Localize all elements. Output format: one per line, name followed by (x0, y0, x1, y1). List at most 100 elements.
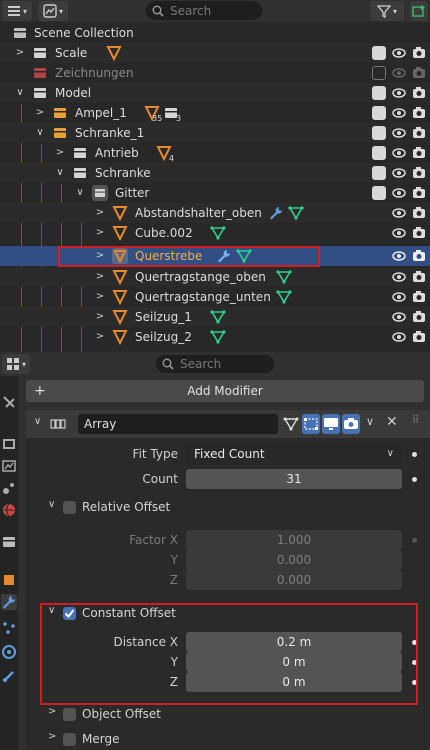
eye-icon[interactable] (392, 126, 406, 140)
eye-icon[interactable] (392, 86, 406, 100)
keyframe-dot[interactable] (412, 538, 417, 543)
edit-mode-toggle[interactable] (302, 414, 320, 434)
factor-x-field[interactable]: 1.000 (186, 530, 402, 550)
outliner-row-antrieb[interactable]: > Antrieb 4 (0, 143, 430, 163)
drag-handle-icon[interactable]: ⠿ (412, 415, 419, 426)
filter-button[interactable]: ▾ (370, 1, 404, 21)
outliner-search-input[interactable]: Search (146, 1, 262, 20)
camera-icon[interactable] (412, 146, 426, 160)
eye-icon[interactable] (392, 290, 406, 304)
exclude-checkbox[interactable] (372, 106, 386, 120)
physics-tab-icon[interactable] (1, 644, 17, 660)
eye-icon[interactable] (392, 310, 406, 324)
keyframe-dot[interactable] (412, 477, 417, 482)
collapse-arrow-icon[interactable]: ∨ (48, 499, 55, 510)
expand-arrow-icon[interactable]: > (94, 270, 106, 284)
properties-search-input[interactable]: Search (156, 355, 274, 373)
world-tab-icon[interactable] (1, 502, 17, 518)
eye-icon[interactable] (392, 146, 406, 160)
eye-icon[interactable] (392, 249, 406, 263)
outliner-row-ampel-1[interactable]: > Ampel_1 35 3 (0, 103, 430, 123)
exclude-checkbox[interactable] (372, 46, 386, 60)
camera-icon[interactable] (412, 330, 426, 344)
tool-tab-icon[interactable] (1, 394, 17, 410)
new-collection-button[interactable] (410, 1, 428, 21)
camera-icon[interactable] (412, 166, 426, 180)
expand-arrow-icon[interactable]: > (94, 290, 106, 304)
collapse-arrow-icon[interactable]: ∨ (34, 416, 41, 427)
eye-icon[interactable] (392, 270, 406, 284)
camera-icon[interactable] (412, 270, 426, 284)
camera-icon[interactable] (412, 86, 426, 100)
camera-icon[interactable] (412, 126, 426, 140)
expand-arrow-icon[interactable]: > (34, 106, 46, 120)
scene-tab-icon[interactable] (1, 480, 17, 496)
constraints-tab-icon[interactable] (1, 668, 17, 684)
camera-icon[interactable] (412, 226, 426, 240)
editor-type-button[interactable]: ▾ (2, 354, 30, 374)
expand-arrow-icon[interactable]: > (14, 46, 26, 60)
expand-arrow-icon[interactable]: > (48, 706, 56, 717)
expand-arrow-icon[interactable]: > (94, 310, 106, 324)
editor-type-button[interactable]: ▾ (2, 1, 32, 21)
fit-type-dropdown[interactable]: Fixed Count ∨ (186, 444, 402, 464)
exclude-checkbox[interactable] (372, 146, 386, 160)
expand-arrow-icon[interactable]: > (54, 146, 66, 160)
keyframe-dot[interactable] (412, 452, 417, 457)
outliner-row-model[interactable]: ∨ Model (0, 83, 430, 103)
object-tab-icon[interactable] (1, 572, 17, 588)
particles-tab-icon[interactable] (1, 620, 17, 636)
expand-arrow-icon[interactable]: > (48, 731, 56, 742)
camera-icon[interactable] (412, 249, 426, 263)
eye-icon[interactable] (392, 166, 406, 180)
collapse-arrow-icon[interactable]: ∨ (34, 126, 46, 140)
outliner-row-cube-002[interactable]: > Cube.002 (0, 223, 430, 243)
render-toggle[interactable] (342, 414, 360, 434)
camera-icon[interactable] (412, 310, 426, 324)
eye-icon[interactable] (392, 66, 406, 80)
outliner-row-quertragstange-unten[interactable]: > Quertragstange_unten (0, 287, 430, 307)
viewport-toggle[interactable] (322, 414, 340, 434)
eye-icon[interactable] (392, 206, 406, 220)
camera-icon[interactable] (412, 46, 426, 60)
eye-icon[interactable] (392, 226, 406, 240)
outliner-row-abstandshalter-oben[interactable]: > Abstandshalter_oben (0, 203, 430, 223)
eye-icon[interactable] (392, 106, 406, 120)
eye-icon[interactable] (392, 46, 406, 60)
collapse-arrow-icon[interactable]: ∨ (14, 86, 26, 100)
camera-icon[interactable] (412, 206, 426, 220)
camera-icon[interactable] (412, 290, 426, 304)
modifier-tab-icon[interactable] (1, 594, 17, 610)
modifier-name-field[interactable]: Array (78, 414, 278, 434)
relative-y-field[interactable]: 0.000 (186, 550, 402, 570)
exclude-checkbox[interactable] (372, 66, 386, 80)
outliner-row-schranke-1[interactable]: ∨ Schranke_1 (0, 123, 430, 143)
eye-icon[interactable] (392, 330, 406, 344)
merge-checkbox[interactable] (63, 733, 76, 746)
collapse-arrow-icon[interactable]: ∨ (54, 166, 66, 180)
exclude-checkbox[interactable] (372, 86, 386, 100)
camera-icon[interactable] (412, 106, 426, 120)
outliner-row-scale[interactable]: > Scale (0, 43, 430, 63)
exclude-checkbox[interactable] (372, 166, 386, 180)
outliner-row-scene-collection[interactable]: Scene Collection (0, 23, 430, 43)
count-field[interactable]: 31 (186, 469, 402, 489)
close-icon[interactable]: ✕ (386, 414, 398, 430)
outliner-row-seilzug-2[interactable]: > Seilzug_2 (0, 327, 430, 347)
modifier-menu-chevron-icon[interactable]: ∨ (366, 415, 374, 428)
expand-arrow-icon[interactable]: > (94, 330, 106, 344)
camera-icon[interactable] (412, 186, 426, 200)
outliner-row-quertragstange-oben[interactable]: > Quertragstange_oben (0, 267, 430, 287)
outliner-row-zeichnungen[interactable]: Zeichnungen (0, 63, 430, 83)
relative-offset-checkbox[interactable] (63, 501, 76, 514)
expand-arrow-icon[interactable]: > (94, 206, 106, 220)
outliner-row-seilzug-1[interactable]: > Seilzug_1 (0, 307, 430, 327)
exclude-checkbox[interactable] (372, 186, 386, 200)
object-offset-checkbox[interactable] (63, 708, 76, 721)
output-tab-icon[interactable] (1, 458, 17, 474)
camera-icon[interactable] (412, 66, 426, 80)
display-mode-button[interactable]: ▾ (38, 1, 68, 21)
expand-arrow-icon[interactable]: > (94, 226, 106, 240)
collection-tab-icon[interactable] (1, 534, 17, 550)
eye-icon[interactable] (392, 186, 406, 200)
